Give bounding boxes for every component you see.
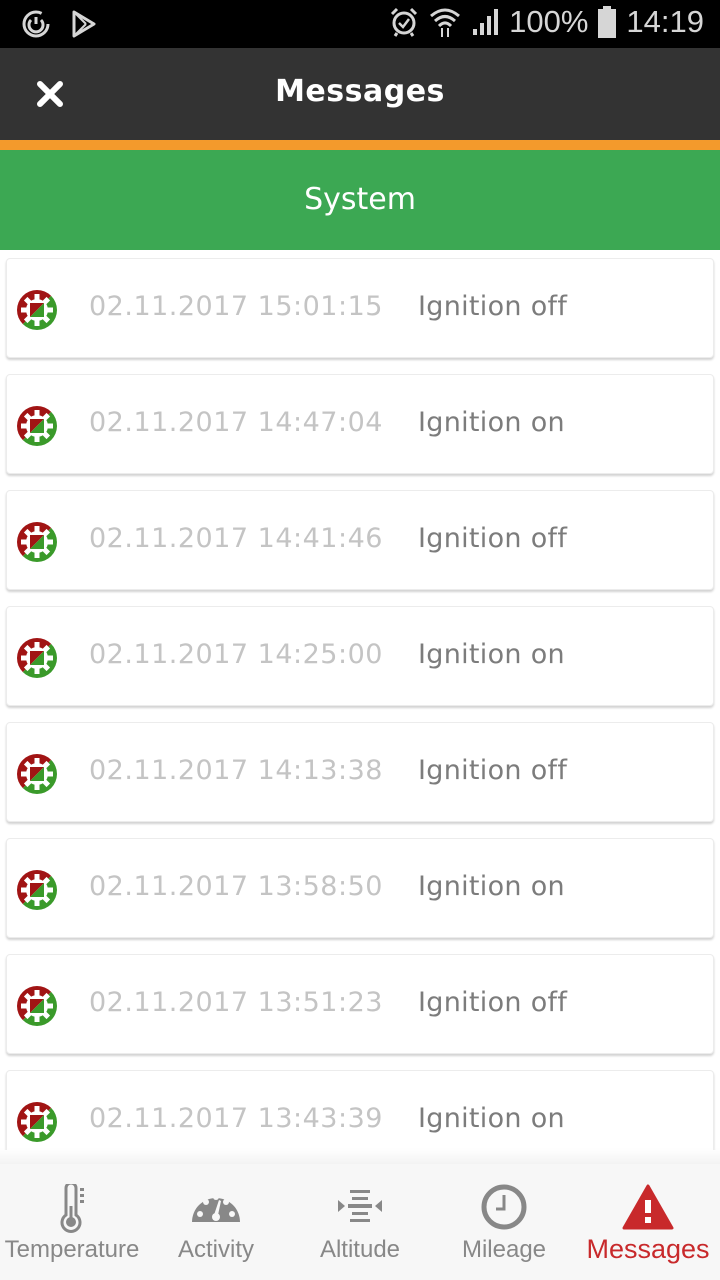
message-card[interactable]: 02.11.2017 14:47:04 Ignition on (6, 374, 714, 474)
message-text: Ignition off (418, 987, 568, 1018)
alarm-icon (389, 6, 419, 38)
warning-icon (620, 1184, 676, 1234)
message-timestamp: 02.11.2017 14:47:04 (89, 407, 383, 438)
message-text: Ignition off (418, 523, 568, 554)
message-card[interactable]: 02.11.2017 14:13:38 Ignition off (6, 722, 714, 822)
message-text: Ignition off (418, 291, 568, 322)
tab-messages[interactable]: Messages (576, 1164, 720, 1280)
speedometer-icon (188, 1184, 244, 1234)
message-timestamp: 02.11.2017 13:51:23 (89, 987, 383, 1018)
tab-temperature[interactable]: Temperature (0, 1164, 144, 1280)
clock-time: 14:19 (626, 4, 704, 39)
clock-icon (476, 1184, 532, 1234)
play-store-icon (70, 9, 98, 39)
message-timestamp: 02.11.2017 14:25:00 (89, 639, 383, 670)
sync-icon (20, 8, 52, 40)
tab-activity[interactable]: Activity (144, 1164, 288, 1280)
message-text: Ignition on (418, 639, 565, 670)
tab-label: Altitude (319, 1236, 401, 1263)
message-text: Ignition off (418, 755, 568, 786)
tab-label: Mileage (461, 1236, 547, 1263)
message-timestamp: 02.11.2017 13:58:50 (89, 871, 383, 902)
system-gear-icon (16, 637, 58, 679)
system-gear-icon (16, 289, 58, 331)
message-card[interactable]: 02.11.2017 14:25:00 Ignition on (6, 606, 714, 706)
tab-label: Messages (586, 1234, 710, 1264)
system-gear-icon (16, 869, 58, 911)
message-timestamp: 02.11.2017 14:41:46 (89, 523, 383, 554)
app-bar: Messages (0, 48, 720, 140)
tab-mileage[interactable]: Mileage (432, 1164, 576, 1280)
system-gear-icon (16, 985, 58, 1027)
wifi-icon (429, 6, 461, 38)
message-text: Ignition on (418, 407, 565, 438)
message-card[interactable]: 02.11.2017 13:58:50 Ignition on (6, 838, 714, 938)
altitude-icon (332, 1184, 388, 1234)
tab-label: Temperature (4, 1236, 140, 1263)
system-gear-icon (16, 1101, 58, 1143)
thermometer-icon (44, 1184, 100, 1234)
message-card[interactable]: 02.11.2017 13:51:23 Ignition off (6, 954, 714, 1054)
page-title: Messages (275, 74, 445, 109)
message-text: Ignition on (418, 871, 565, 902)
message-timestamp: 02.11.2017 14:13:38 (89, 755, 383, 786)
message-timestamp: 02.11.2017 15:01:15 (89, 291, 383, 322)
message-text: Ignition on (418, 1103, 565, 1134)
message-card[interactable]: 02.11.2017 15:01:15 Ignition off (6, 258, 714, 358)
message-list[interactable]: 02.11.2017 15:01:15 Ignition off 02.11.201… (0, 250, 720, 1150)
system-gear-icon (16, 753, 58, 795)
system-gear-icon (16, 405, 58, 447)
message-card[interactable]: 02.11.2017 13:43:39 Ignition on (6, 1070, 714, 1150)
system-gear-icon (16, 521, 58, 563)
tab-label: Activity (177, 1236, 254, 1263)
signal-icon (471, 7, 499, 37)
bottom-nav: Temperature Activity Altitude Mileage Me… (0, 1164, 720, 1280)
message-timestamp: 02.11.2017 13:43:39 (89, 1103, 383, 1134)
accent-divider (0, 140, 720, 150)
battery-icon (598, 6, 617, 38)
tab-altitude[interactable]: Altitude (288, 1164, 432, 1280)
message-card[interactable]: 02.11.2017 14:41:46 Ignition off (6, 490, 714, 590)
battery-percent: 100% (509, 4, 589, 39)
section-header: System (0, 150, 720, 250)
status-bar: 100% 14:19 (0, 0, 720, 48)
